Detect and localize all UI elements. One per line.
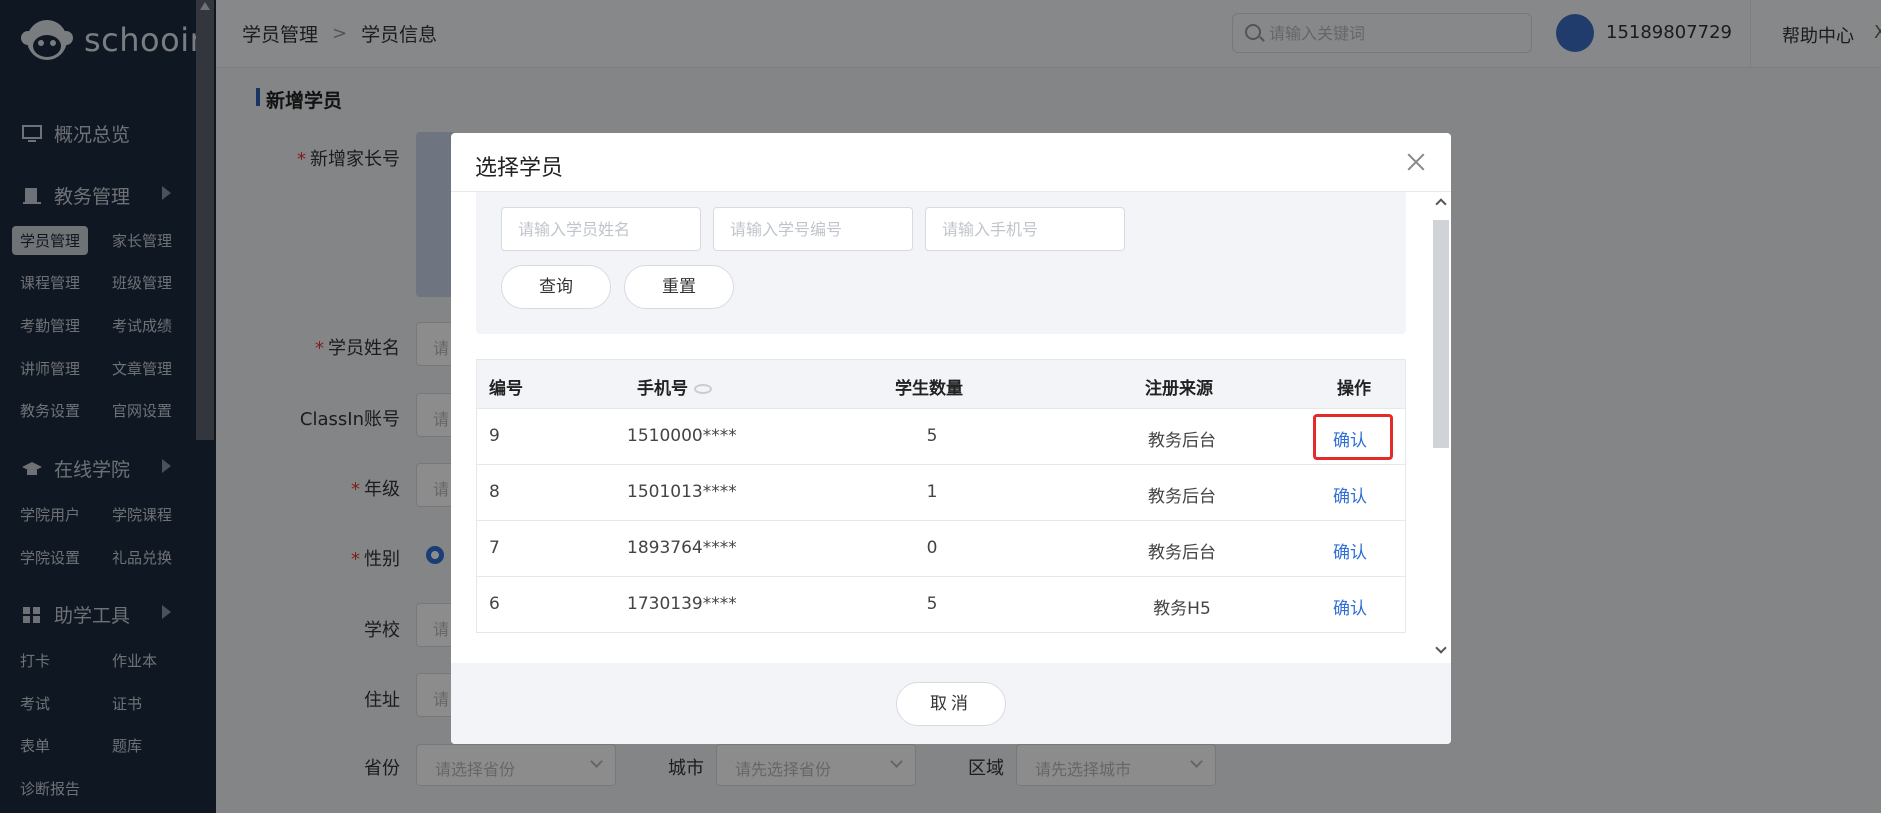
- phone-filter[interactable]: [925, 207, 1125, 251]
- cell-id: 8: [489, 482, 500, 502]
- table-header: 编号 手机号 学生数量 注册来源 操作: [476, 359, 1406, 409]
- cell-source: 教务后台: [1148, 431, 1216, 451]
- cell-id: 9: [489, 426, 500, 446]
- reset-button[interactable]: 重置: [624, 265, 734, 309]
- cell-id: 6: [489, 594, 500, 614]
- confirm-link[interactable]: 确认: [1333, 538, 1367, 563]
- cell-student-count: 0: [926, 538, 938, 558]
- column-header-action: 操作: [1337, 379, 1371, 399]
- cell-id: 7: [489, 538, 500, 558]
- dialog-body: 查询 重置 编号 手机号 学生数量 注册来源 操作 9 1510000**** …: [451, 191, 1451, 663]
- table-row: 9 1510000**** 5 教务后台 确认: [476, 409, 1406, 465]
- cell-phone: 1893764****: [627, 538, 737, 558]
- select-student-dialog: 选择学员 查询 重置 编号 手机号 学生数量 注册来源 操作: [451, 133, 1451, 744]
- confirm-link[interactable]: 确认: [1333, 482, 1367, 507]
- cancel-button[interactable]: 取消: [896, 682, 1006, 726]
- student-table: 编号 手机号 学生数量 注册来源 操作 9 1510000**** 5 教务后台…: [476, 359, 1406, 633]
- confirm-link[interactable]: 确认: [1333, 426, 1367, 451]
- table-row: 7 1893764**** 0 教务后台 确认: [476, 521, 1406, 577]
- cell-student-count: 1: [926, 482, 938, 502]
- confirm-link[interactable]: 确认: [1333, 594, 1367, 619]
- cell-student-count: 5: [926, 426, 938, 446]
- close-icon[interactable]: [1405, 151, 1427, 173]
- dialog-footer: 取消: [451, 663, 1451, 744]
- table-row: 6 1730139**** 5 教务H5 确认: [476, 577, 1406, 633]
- cell-source: 教务后台: [1148, 543, 1216, 563]
- dialog-scrollbar[interactable]: [1433, 192, 1449, 664]
- student-id-filter[interactable]: [713, 207, 913, 251]
- filter-panel: 查询 重置: [476, 192, 1406, 334]
- phone-filter-input[interactable]: [942, 218, 1112, 240]
- column-header-source: 注册来源: [1145, 379, 1213, 399]
- scroll-up-icon[interactable]: [1435, 198, 1447, 210]
- cell-student-count: 5: [926, 594, 938, 614]
- dialog-title: 选择学员: [475, 156, 564, 181]
- student-name-filter-input[interactable]: [518, 218, 688, 240]
- scrollbar-thumb[interactable]: [1433, 220, 1449, 448]
- student-id-filter-input[interactable]: [730, 218, 900, 240]
- cell-phone: 1501013****: [627, 482, 737, 502]
- eye-icon[interactable]: [694, 384, 712, 394]
- cell-phone: 1510000****: [627, 426, 737, 446]
- column-header-student-count: 学生数量: [895, 379, 963, 399]
- student-name-filter[interactable]: [501, 207, 701, 251]
- query-button[interactable]: 查询: [501, 265, 611, 309]
- cell-source: 教务后台: [1148, 487, 1216, 507]
- column-header-id: 编号: [489, 379, 523, 399]
- cell-source: 教务H5: [1153, 599, 1211, 619]
- cell-phone: 1730139****: [627, 594, 737, 614]
- scroll-down-icon[interactable]: [1435, 642, 1447, 654]
- column-header-phone: 手机号: [637, 374, 712, 399]
- table-row: 8 1501013**** 1 教务后台 确认: [476, 465, 1406, 521]
